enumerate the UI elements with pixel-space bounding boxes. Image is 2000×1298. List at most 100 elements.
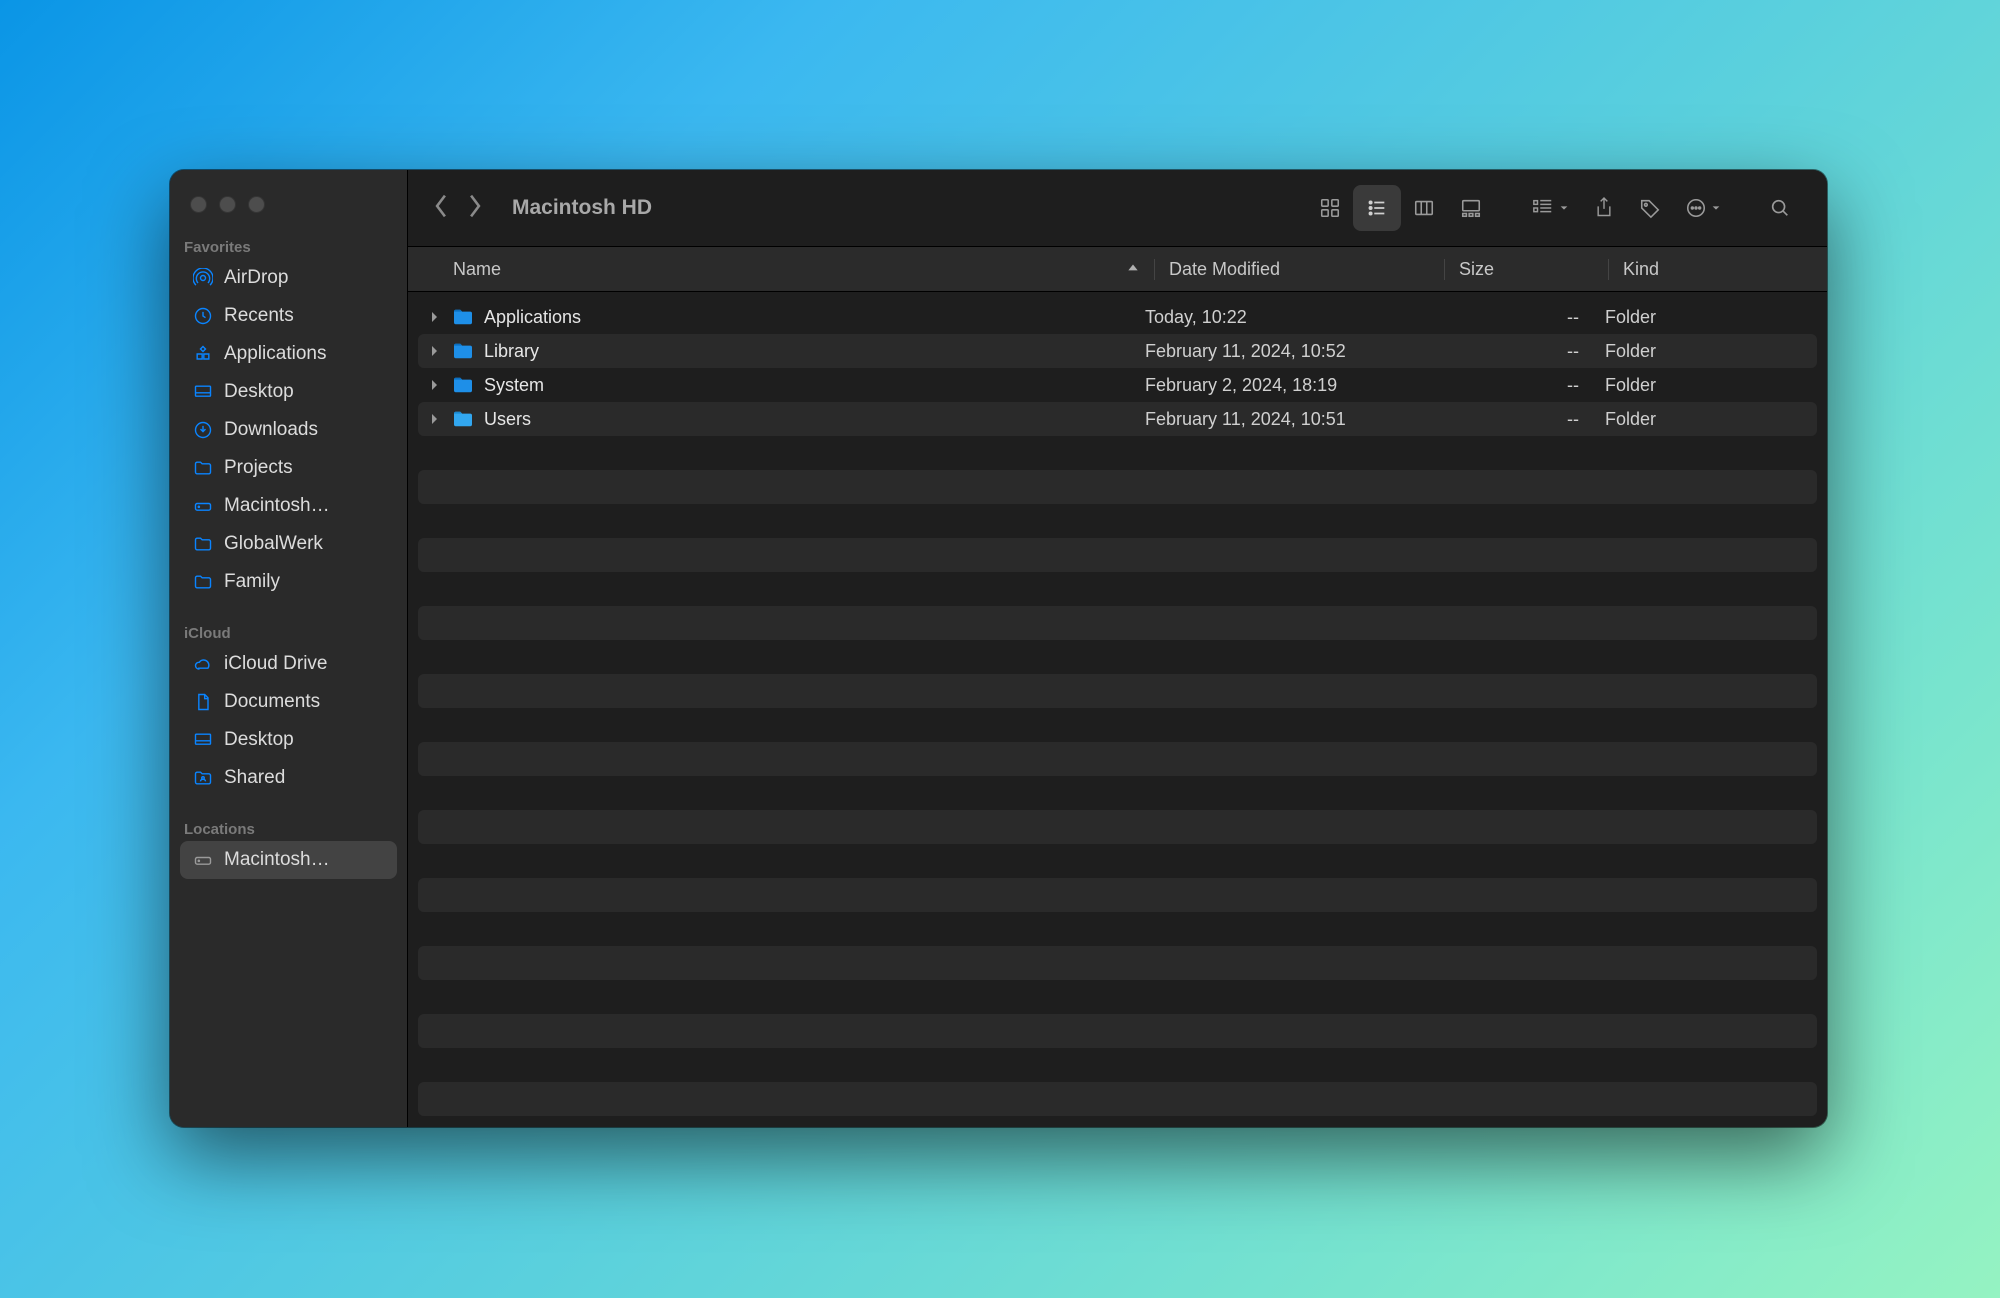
file-size: -- — [1435, 409, 1599, 430]
column-header-size[interactable]: Size — [1445, 259, 1609, 280]
sidebar-section-locations: Locations Macintosh… — [170, 813, 407, 879]
cloud-icon — [192, 654, 214, 674]
file-date: February 11, 2024, 10:52 — [1145, 341, 1435, 362]
column-header-name[interactable]: Name — [453, 259, 1155, 280]
tags-button[interactable] — [1627, 185, 1673, 231]
sort-ascending-icon — [1126, 259, 1140, 280]
view-list-button[interactable] — [1353, 185, 1401, 231]
sidebar-item-label: AirDrop — [224, 267, 288, 289]
sidebar-item-macintosh-hd[interactable]: Macintosh… — [180, 841, 397, 879]
disk-icon — [192, 850, 214, 870]
shared-icon — [192, 768, 214, 788]
sidebar-item-shared[interactable]: Shared — [180, 759, 397, 797]
sidebar-item-macintosh-fav[interactable]: Macintosh… — [180, 487, 397, 525]
sidebar-item-desktop[interactable]: Desktop — [180, 373, 397, 411]
group-by-button[interactable] — [1519, 185, 1581, 231]
sidebar: Favorites AirDrop Recents Applications — [170, 170, 408, 1127]
desktop-icon — [192, 730, 214, 750]
disclosure-icon[interactable] — [430, 379, 446, 391]
file-list[interactable]: Applications Today, 10:22 -- Folder Libr… — [408, 292, 1827, 1127]
main-panel: Macintosh HD — [408, 170, 1827, 1127]
view-icons-button[interactable] — [1307, 185, 1353, 231]
view-columns-button[interactable] — [1401, 185, 1447, 231]
file-date: February 11, 2024, 10:51 — [1145, 409, 1435, 430]
traffic-lights — [170, 180, 407, 231]
column-header-kind[interactable]: Kind — [1609, 259, 1827, 280]
folder-icon — [192, 458, 214, 478]
view-gallery-button[interactable] — [1447, 185, 1495, 231]
file-row[interactable]: Users February 11, 2024, 10:51 -- Folder — [418, 402, 1817, 436]
sidebar-title-locations: Locations — [170, 813, 407, 841]
column-header-label: Name — [453, 259, 501, 280]
file-name: System — [484, 375, 1145, 396]
forward-button[interactable] — [466, 193, 484, 224]
sidebar-item-label: Documents — [224, 691, 320, 713]
search-button[interactable] — [1757, 185, 1803, 231]
window-close-button[interactable] — [190, 196, 207, 213]
nav-arrows — [422, 193, 498, 224]
sidebar-item-recents[interactable]: Recents — [180, 297, 397, 335]
sidebar-item-globalwerk[interactable]: GlobalWerk — [180, 525, 397, 563]
toolbar: Macintosh HD — [408, 170, 1827, 246]
file-row[interactable]: System February 2, 2024, 18:19 -- Folder — [418, 368, 1817, 402]
sidebar-item-downloads[interactable]: Downloads — [180, 411, 397, 449]
share-button[interactable] — [1581, 185, 1627, 231]
sidebar-item-label: Desktop — [224, 381, 294, 403]
folder-icon — [192, 572, 214, 592]
sidebar-title-icloud: iCloud — [170, 617, 407, 645]
view-switcher — [1307, 185, 1495, 231]
file-date: February 2, 2024, 18:19 — [1145, 375, 1435, 396]
desktop-icon — [192, 382, 214, 402]
disclosure-icon[interactable] — [430, 345, 446, 357]
column-header-label: Date Modified — [1169, 259, 1280, 279]
file-kind: Folder — [1599, 307, 1817, 328]
file-kind: Folder — [1599, 341, 1817, 362]
sidebar-item-desktop-cloud[interactable]: Desktop — [180, 721, 397, 759]
finder-window: Favorites AirDrop Recents Applications — [170, 170, 1827, 1127]
sidebar-item-icloud-drive[interactable]: iCloud Drive — [180, 645, 397, 683]
clock-icon — [192, 306, 214, 326]
sidebar-title-favorites: Favorites — [170, 231, 407, 259]
disclosure-icon[interactable] — [430, 311, 446, 323]
sidebar-item-label: Recents — [224, 305, 294, 327]
action-menu-button[interactable] — [1673, 185, 1733, 231]
folder-icon — [452, 410, 476, 428]
sidebar-item-label: Desktop — [224, 729, 294, 751]
folder-icon — [452, 342, 476, 360]
sidebar-item-projects[interactable]: Projects — [180, 449, 397, 487]
sidebar-item-label: Shared — [224, 767, 285, 789]
file-name: Users — [484, 409, 1145, 430]
file-size: -- — [1435, 341, 1599, 362]
back-button[interactable] — [432, 193, 450, 224]
column-header-label: Size — [1459, 259, 1494, 279]
chevron-down-icon — [1711, 203, 1721, 213]
sidebar-item-family[interactable]: Family — [180, 563, 397, 601]
window-zoom-button[interactable] — [248, 196, 265, 213]
airdrop-icon — [192, 268, 214, 288]
disk-icon — [192, 496, 214, 516]
sidebar-item-applications[interactable]: Applications — [180, 335, 397, 373]
sidebar-section-icloud: iCloud iCloud Drive Documents Desktop — [170, 617, 407, 797]
empty-rows — [418, 436, 1817, 1116]
file-name: Library — [484, 341, 1145, 362]
chevron-down-icon — [1559, 203, 1569, 213]
file-name: Applications — [484, 307, 1145, 328]
sidebar-item-label: Projects — [224, 457, 293, 479]
sidebar-section-favorites: Favorites AirDrop Recents Applications — [170, 231, 407, 601]
column-header-date[interactable]: Date Modified — [1155, 259, 1445, 280]
column-header-row: Name Date Modified Size Kind — [408, 246, 1827, 292]
file-kind: Folder — [1599, 409, 1817, 430]
file-date: Today, 10:22 — [1145, 307, 1435, 328]
sidebar-item-label: Applications — [224, 343, 326, 365]
app-icon — [192, 344, 214, 364]
download-icon — [192, 420, 214, 440]
disclosure-icon[interactable] — [430, 413, 446, 425]
file-row[interactable]: Library February 11, 2024, 10:52 -- Fold… — [418, 334, 1817, 368]
sidebar-item-documents[interactable]: Documents — [180, 683, 397, 721]
document-icon — [192, 692, 214, 712]
file-row[interactable]: Applications Today, 10:22 -- Folder — [418, 300, 1817, 334]
sidebar-item-label: Downloads — [224, 419, 318, 441]
window-minimize-button[interactable] — [219, 196, 236, 213]
sidebar-item-airdrop[interactable]: AirDrop — [180, 259, 397, 297]
file-kind: Folder — [1599, 375, 1817, 396]
